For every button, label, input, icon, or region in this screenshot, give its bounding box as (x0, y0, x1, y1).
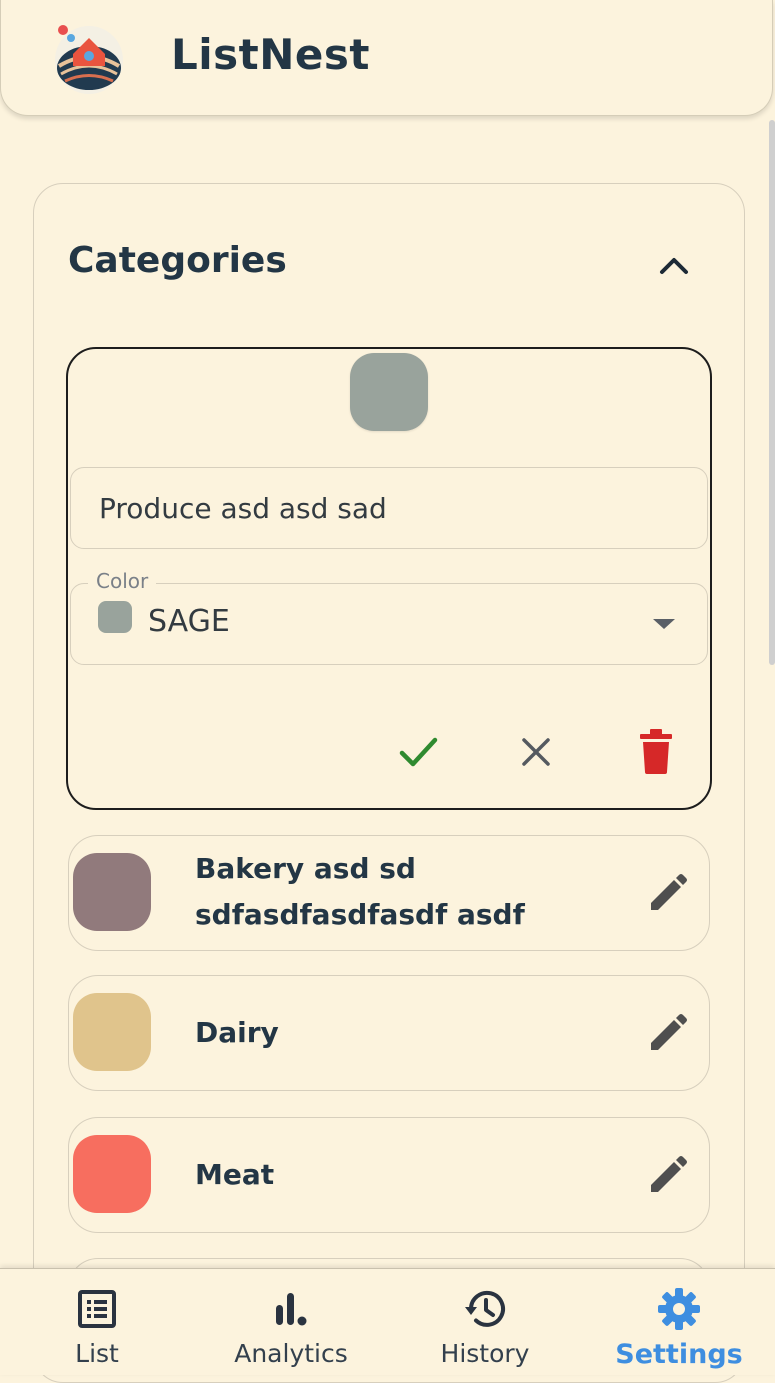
nav-item-analytics[interactable]: Analytics (194, 1269, 388, 1375)
caret-down-icon[interactable] (650, 616, 678, 632)
bar-chart-icon (276, 1293, 307, 1326)
trash-icon (640, 729, 672, 774)
category-name-input[interactable] (70, 467, 708, 549)
history-icon (465, 1290, 505, 1327)
delete-button[interactable] (626, 722, 686, 782)
pencil-icon[interactable] (645, 1154, 689, 1198)
nav-item-list[interactable]: List (0, 1269, 194, 1375)
nav-label: Settings (615, 1339, 743, 1370)
confirm-button[interactable] (388, 722, 448, 782)
category-color-swatch (73, 1135, 151, 1213)
listnest-logo-icon (55, 25, 123, 94)
scrollbar[interactable] (769, 120, 775, 665)
nav-label: List (75, 1339, 119, 1368)
selected-color-swatch (98, 601, 132, 633)
chevron-up-icon[interactable] (652, 244, 696, 288)
app-header: ListNest (0, 0, 773, 116)
bottom-nav: List Analytics History Settings (0, 1268, 775, 1375)
category-row-dairy[interactable]: Dairy (68, 975, 710, 1091)
gear-icon (658, 1288, 700, 1330)
category-row-bakery[interactable]: Bakery asd sd sdfasdfasdfasdf asdf (68, 835, 710, 951)
pencil-icon[interactable] (645, 872, 689, 916)
categories-title: Categories (68, 240, 287, 281)
category-color-swatch (73, 993, 151, 1071)
pencil-icon[interactable] (645, 1012, 689, 1056)
nav-item-settings[interactable]: Settings (582, 1269, 775, 1375)
app-title: ListNest (171, 30, 370, 79)
close-icon (522, 738, 550, 766)
check-icon (399, 737, 438, 767)
color-swatch-preview[interactable] (350, 353, 428, 431)
color-select-label: Color (88, 569, 157, 593)
list-icon (78, 1290, 116, 1328)
category-name: Dairy (195, 1016, 279, 1049)
category-row-meat[interactable]: Meat (68, 1117, 710, 1233)
color-select-value: SAGE (148, 604, 230, 639)
nav-item-history[interactable]: History (388, 1269, 582, 1375)
category-name: Meat (195, 1158, 275, 1191)
nav-label: History (440, 1339, 530, 1368)
category-color-swatch (73, 853, 151, 931)
category-name: Bakery asd sd sdfasdfasdfasdf asdf (195, 852, 525, 931)
cancel-button[interactable] (506, 722, 566, 782)
nav-label: Analytics (234, 1339, 348, 1368)
